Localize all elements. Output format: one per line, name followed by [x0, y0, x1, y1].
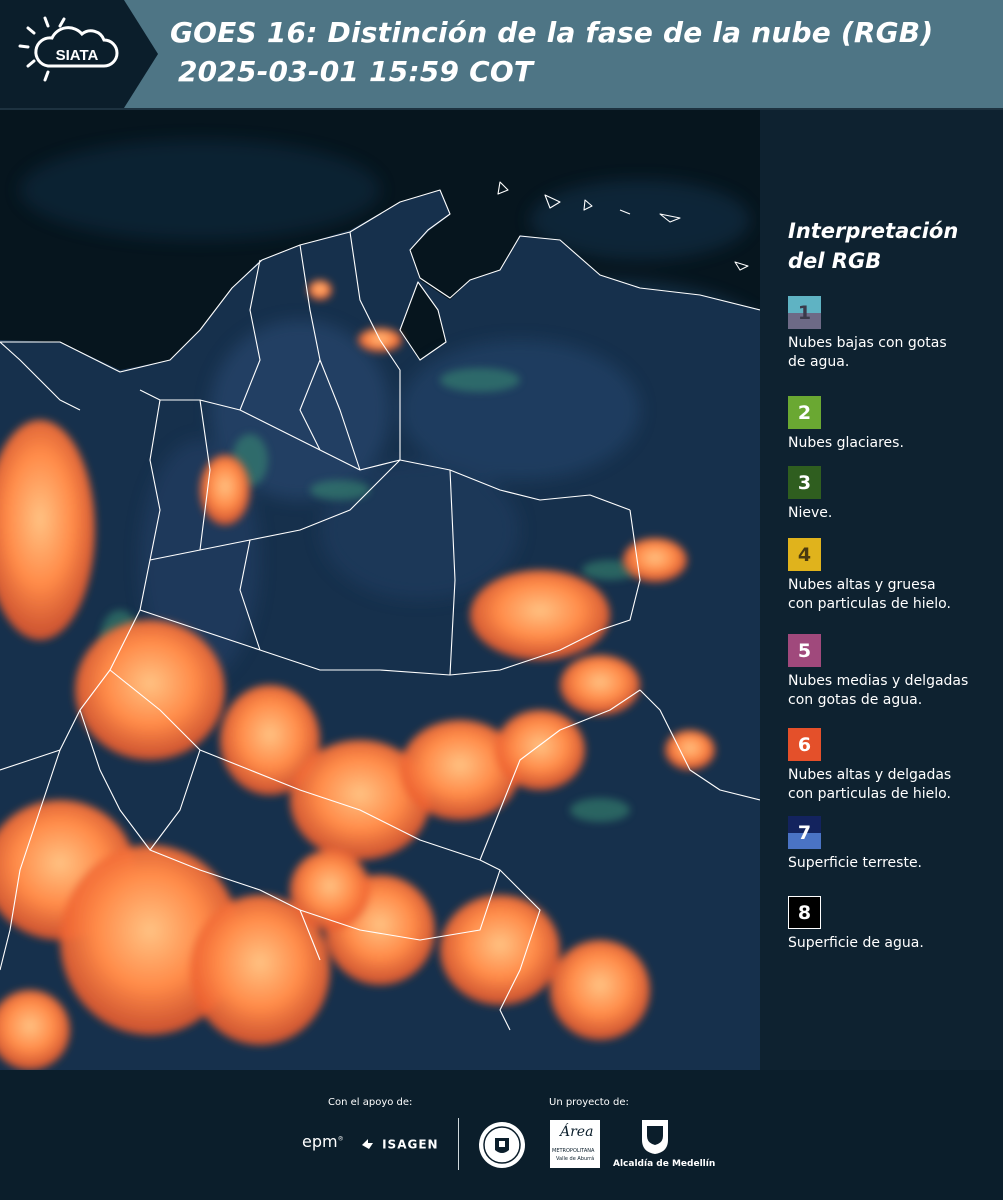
- legend-number: 5: [797, 639, 812, 662]
- legend-item: 8 Superficie de agua.: [788, 896, 1000, 953]
- footer: Con el apoyo de: Un proyecto de: epm® IS…: [0, 1070, 1003, 1200]
- legend-label-line1: Superficie terreste.: [788, 855, 923, 871]
- legend-swatch: 2: [788, 396, 821, 429]
- legend-title: Interpretación del RGB: [788, 216, 988, 276]
- legend-label-line1: Nubes glaciares.: [788, 435, 904, 451]
- legend-swatch: 3: [788, 466, 821, 499]
- legend-label: Superficie de agua.: [788, 934, 1000, 953]
- legend-number: 1: [797, 301, 812, 324]
- legend-item: 6 Nubes altas y delgadas con particulas de…: [788, 728, 1000, 804]
- legend-swatch: 8: [788, 896, 821, 929]
- legend-item: 5 Nubes medias y delgadas con gotas de agu…: [788, 634, 1000, 710]
- legend-title-line2: del RGB: [788, 249, 882, 273]
- legend-label-line1: Nubes altas y delgadas: [788, 767, 952, 783]
- siata-logo: SIATA: [0, 0, 158, 108]
- isagen-icon: [362, 1138, 373, 1149]
- satellite-map: [0, 110, 760, 1070]
- legend-swatch: 5: [788, 634, 821, 667]
- legend-label: Nubes glaciares.: [788, 434, 1000, 453]
- legend-label-line1: Nieve.: [788, 505, 833, 521]
- legend-item: 4 Nubes altas y gruesa con particulas de h…: [788, 538, 1000, 614]
- legend-label: Nubes medias y delgadas con gotas de agua…: [788, 672, 1000, 710]
- legend-label: Nieve.: [788, 504, 1000, 523]
- legend-item: 1 Nubes bajas con gotas de agua.: [788, 296, 1000, 372]
- legend-number: 8: [797, 901, 812, 924]
- timestamp: 2025-03-01 15:59 COT: [178, 55, 534, 88]
- legend-label-line2: con particulas de hielo.: [788, 596, 951, 612]
- alcaldia-text: Alcaldía de Medellín: [613, 1159, 716, 1169]
- logo-text: SIATA: [56, 47, 99, 64]
- legend-label-line1: Nubes altas y gruesa: [788, 577, 936, 593]
- legend-item: 2 Nubes glaciares.: [788, 396, 1000, 453]
- legend-label-line2: con gotas de agua.: [788, 692, 923, 708]
- legend-number: 7: [797, 821, 812, 844]
- legend-label-line2: con particulas de hielo.: [788, 786, 951, 802]
- legend-item: 7 Superficie terreste.: [788, 816, 1000, 873]
- legend-swatch: 4: [788, 538, 821, 571]
- legend-label-line1: Nubes bajas con gotas: [788, 335, 947, 351]
- legend-label: Nubes altas y delgadas con particulas de …: [788, 766, 1000, 804]
- project-caption: Un proyecto de:: [549, 1097, 629, 1108]
- area-metropolitana-logo: Área METROPOLITANA Valle de Aburrá: [550, 1120, 600, 1168]
- legend-swatch: 7: [788, 816, 821, 849]
- legend-item: 3 Nieve.: [788, 466, 1000, 523]
- legend-label-line1: Nubes medias y delgadas: [788, 673, 969, 689]
- legend-title-line1: Interpretación: [788, 219, 959, 243]
- header-bar: SIATA GOES 16: Distinción de la fase de …: [0, 0, 1003, 108]
- legend-label-line1: Superficie de agua.: [788, 935, 924, 951]
- footer-divider: [458, 1118, 459, 1170]
- legend-swatch: 6: [788, 728, 821, 761]
- page-title: GOES 16: Distinción de la fase de la nub…: [170, 16, 934, 49]
- legend-panel: Interpretación del RGB 1 Nubes bajas con …: [760, 110, 1003, 1070]
- legend-number: 2: [797, 401, 812, 424]
- legend-number: 6: [797, 733, 812, 756]
- legend-label: Nubes bajas con gotas de agua.: [788, 334, 1000, 372]
- legend-label-line2: de agua.: [788, 354, 850, 370]
- isagen-logo: ISAGEN: [361, 1134, 439, 1153]
- support-caption: Con el apoyo de:: [328, 1097, 413, 1108]
- medellin-seal: [477, 1120, 527, 1174]
- epm-logo: epm®: [302, 1132, 344, 1151]
- legend-label: Superficie terreste.: [788, 854, 1000, 873]
- legend-number: 4: [797, 543, 812, 566]
- legend-swatch: 1: [788, 296, 821, 329]
- legend-number: 3: [797, 471, 812, 494]
- alcaldia-shield-icon: [640, 1118, 670, 1160]
- legend-label: Nubes altas y gruesa con particulas de hi…: [788, 576, 1000, 614]
